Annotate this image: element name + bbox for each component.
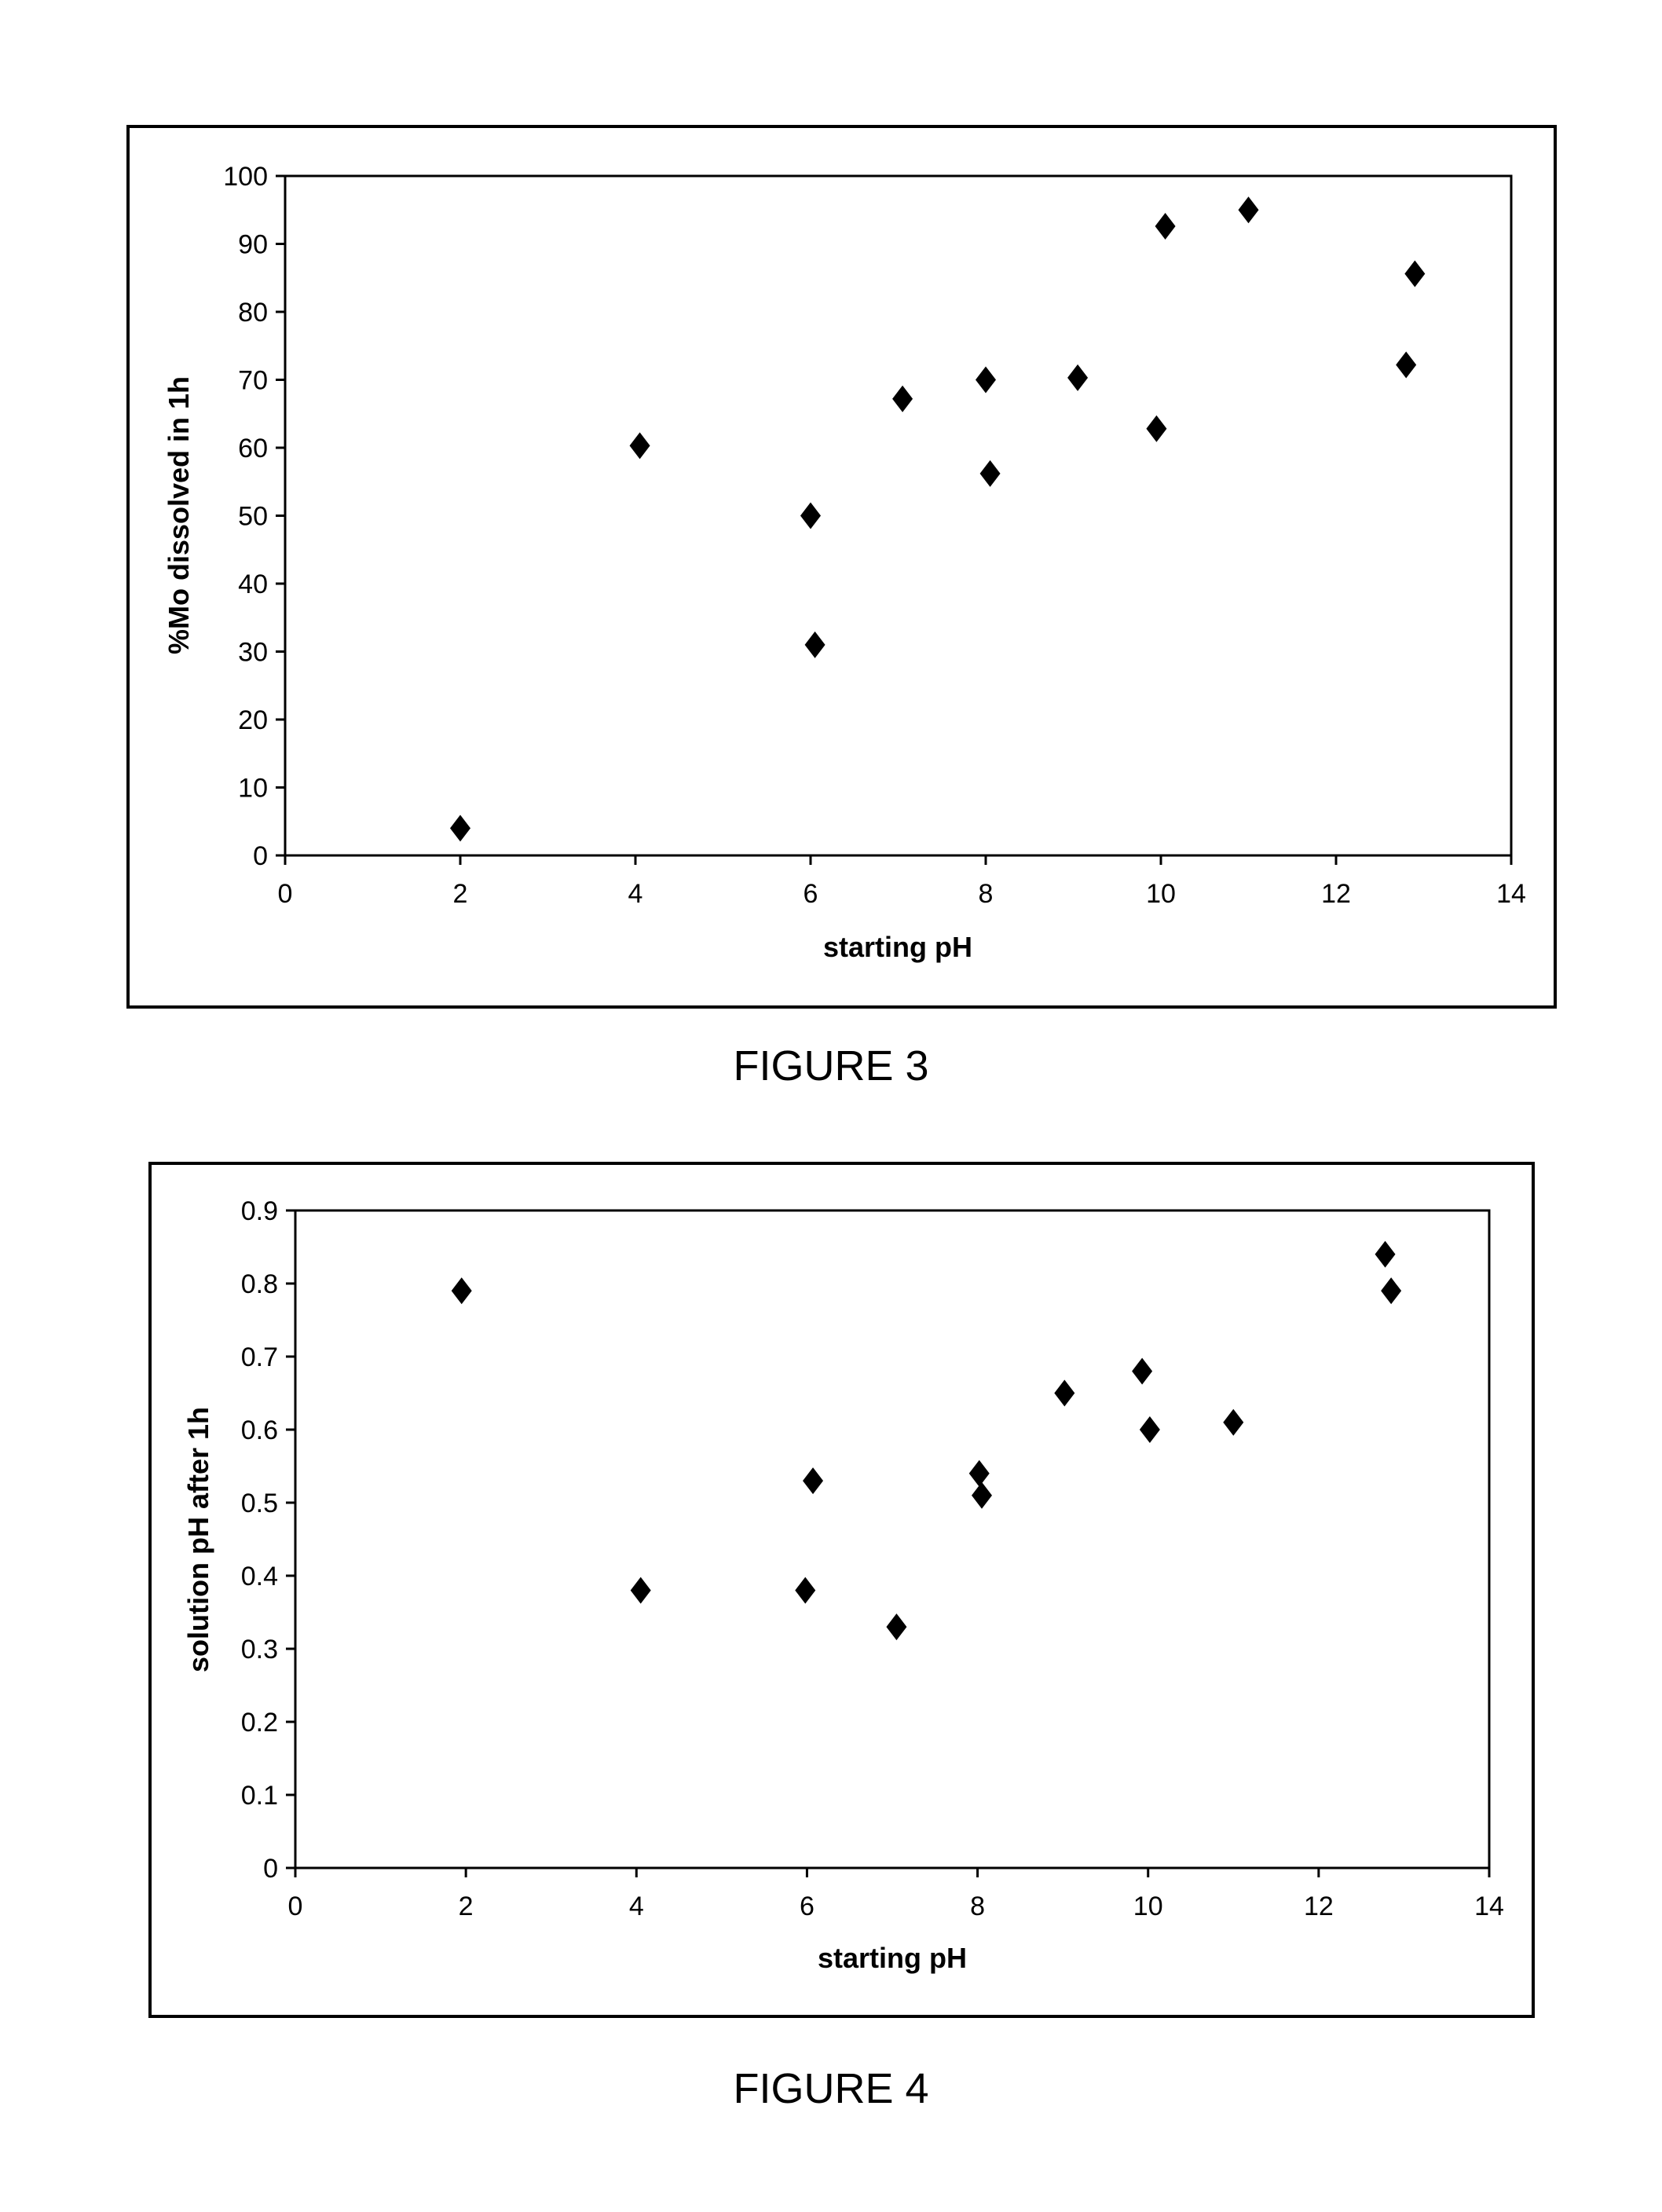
figure-3-data-point bbox=[800, 502, 821, 529]
figure-4-y-tick-label: 0.1 bbox=[241, 1781, 278, 1811]
figure-3-y-tick-label: 60 bbox=[238, 434, 268, 463]
figure-3-x-ticks: 0 2 4 6 8 10 12 14 bbox=[278, 855, 1526, 909]
figure-4-x-tick-label: 4 bbox=[629, 1892, 644, 1921]
figure-4-data-point bbox=[886, 1613, 907, 1641]
figure-4-x-tick-label: 10 bbox=[1133, 1892, 1163, 1921]
figure-4-data-point bbox=[1375, 1240, 1396, 1268]
figure-4-x-tick-label: 8 bbox=[970, 1892, 985, 1921]
figure-4-data-point bbox=[1132, 1357, 1153, 1385]
figure-4-y-tick-label: 0.9 bbox=[241, 1196, 278, 1226]
figure-4-x-tick-label: 12 bbox=[1304, 1892, 1334, 1921]
figure-4-chart: 0 2 4 6 8 10 12 14 0 0.1 0.2 0.3 0.4 0.5 0.6 0.7 0.8 0.9… bbox=[148, 1162, 1535, 2018]
figure-4-y-tick-label: 0.5 bbox=[241, 1489, 278, 1518]
figure-3-x-tick-label: 0 bbox=[278, 879, 293, 909]
figure-3-y-tick-label: 20 bbox=[238, 705, 268, 735]
figure-3-y-tick-label: 70 bbox=[238, 366, 268, 396]
figure-3-x-tick-label: 2 bbox=[453, 879, 468, 909]
figure-4-y-tick-label: 0.7 bbox=[241, 1342, 278, 1372]
figure-page: 0 2 4 6 8 10 12 14 0102030405060708090100 start… bbox=[126, 125, 1557, 2018]
figure-3-y-tick-label: 50 bbox=[238, 502, 268, 532]
figure-3-data-point bbox=[1155, 213, 1176, 240]
figure-3-data-point bbox=[1067, 364, 1089, 391]
figure-4-y-tick-label: 0 bbox=[263, 1854, 278, 1884]
figure-4-x-tick-label: 6 bbox=[800, 1892, 815, 1921]
figure-4-y-tick-label: 0.2 bbox=[241, 1708, 278, 1738]
figure-4-data-point bbox=[1139, 1416, 1160, 1443]
figure-4-points bbox=[451, 1240, 1402, 1641]
figure-4-data-point bbox=[795, 1577, 816, 1604]
figure-4-data-point bbox=[1381, 1277, 1402, 1305]
figure-3-y-tick-label: 10 bbox=[238, 774, 268, 804]
figure-3-chart: 0 2 4 6 8 10 12 14 0 10 20 30 40 50 60 70 80 90 100 start… bbox=[126, 125, 1557, 1009]
figure-3-plot-area bbox=[284, 174, 1513, 857]
figure-3-data-point bbox=[979, 460, 1001, 487]
figure-3-x-tick-label: 10 bbox=[1146, 879, 1176, 909]
figure-4-y-tick-label: 0.8 bbox=[241, 1269, 278, 1299]
figure-3-y-axis-label: %Mo dissolved in 1h bbox=[163, 376, 195, 654]
figure-4-x-tick-label: 2 bbox=[459, 1892, 474, 1921]
figure-3-points bbox=[450, 196, 1426, 842]
figure-3-data-point bbox=[1238, 196, 1259, 224]
figure-4-x-tick-label: 0 bbox=[288, 1892, 303, 1921]
figure-3-data-point bbox=[1396, 351, 1417, 379]
figure-4-data-point bbox=[972, 1481, 992, 1509]
figure-4-x-ticks: 0 2 4 6 8 10 12 14 bbox=[288, 1868, 1504, 1921]
figure-3-x-tick-label: 14 bbox=[1496, 879, 1526, 909]
figure-3-x-tick-label: 6 bbox=[804, 879, 818, 909]
figure-3-y-tick-label: 100 bbox=[223, 162, 268, 192]
figure-3-data-point bbox=[1146, 415, 1167, 442]
figure-3-caption: FIGURE 3 bbox=[733, 1042, 929, 1090]
figure-3-x-tick-label: 4 bbox=[628, 879, 643, 909]
figure-4-y-ticks: 0 0.1 0.2 0.3 0.4 0.5 0.6 0.7 0.8 0.9 bbox=[241, 1196, 295, 1884]
figure-4-data-point bbox=[803, 1467, 824, 1495]
figure-4-y-tick-label: 0.3 bbox=[241, 1635, 278, 1664]
figure-4-data-point bbox=[1223, 1408, 1244, 1436]
figure-4-y-axis-label: solution pH after 1h bbox=[182, 1407, 214, 1672]
figure-3-y-tick-label: 80 bbox=[238, 298, 268, 328]
figure-4-data-point bbox=[451, 1277, 472, 1305]
figure-3-y-tick-label: 0 bbox=[253, 841, 268, 871]
figure-3-data-point bbox=[629, 432, 650, 460]
figure-3-y-ticks: 0 10 20 30 40 50 60 70 80 90 100 bbox=[223, 162, 285, 871]
figure-3-data-point bbox=[450, 815, 470, 842]
figure-3-x-axis-label: starting pH bbox=[823, 931, 972, 963]
figure-4-data-point bbox=[1054, 1379, 1075, 1407]
figure-4-y-tick-label: 0.4 bbox=[241, 1562, 278, 1591]
figure-3-data-point bbox=[976, 366, 996, 394]
figure-3-data-point bbox=[892, 385, 913, 412]
figure-3-data-point bbox=[1404, 260, 1426, 287]
figure-4-plot-area bbox=[294, 1209, 1491, 1870]
figure-3-x-tick-label: 12 bbox=[1321, 879, 1351, 909]
figure-4-data-point bbox=[968, 1459, 990, 1487]
figure-3-data-point bbox=[804, 631, 826, 658]
figure-3-y-tick-label: 30 bbox=[238, 638, 268, 668]
figure-3-y-tick-label: 40 bbox=[238, 569, 268, 599]
figure-3-x-tick-label: 8 bbox=[979, 879, 994, 909]
figure-4-frame bbox=[148, 1162, 1535, 2018]
figure-4-y-tick-label: 0.6 bbox=[241, 1415, 278, 1445]
figure-4-data-point bbox=[630, 1577, 651, 1604]
figure-4-x-tick-label: 14 bbox=[1474, 1892, 1504, 1921]
figure-3-y-tick-label: 90 bbox=[238, 230, 268, 260]
figure-4-x-axis-label: starting pH bbox=[818, 1942, 967, 1974]
figure-4-caption: FIGURE 4 bbox=[733, 2065, 929, 2112]
figure-3-frame bbox=[126, 125, 1557, 1009]
